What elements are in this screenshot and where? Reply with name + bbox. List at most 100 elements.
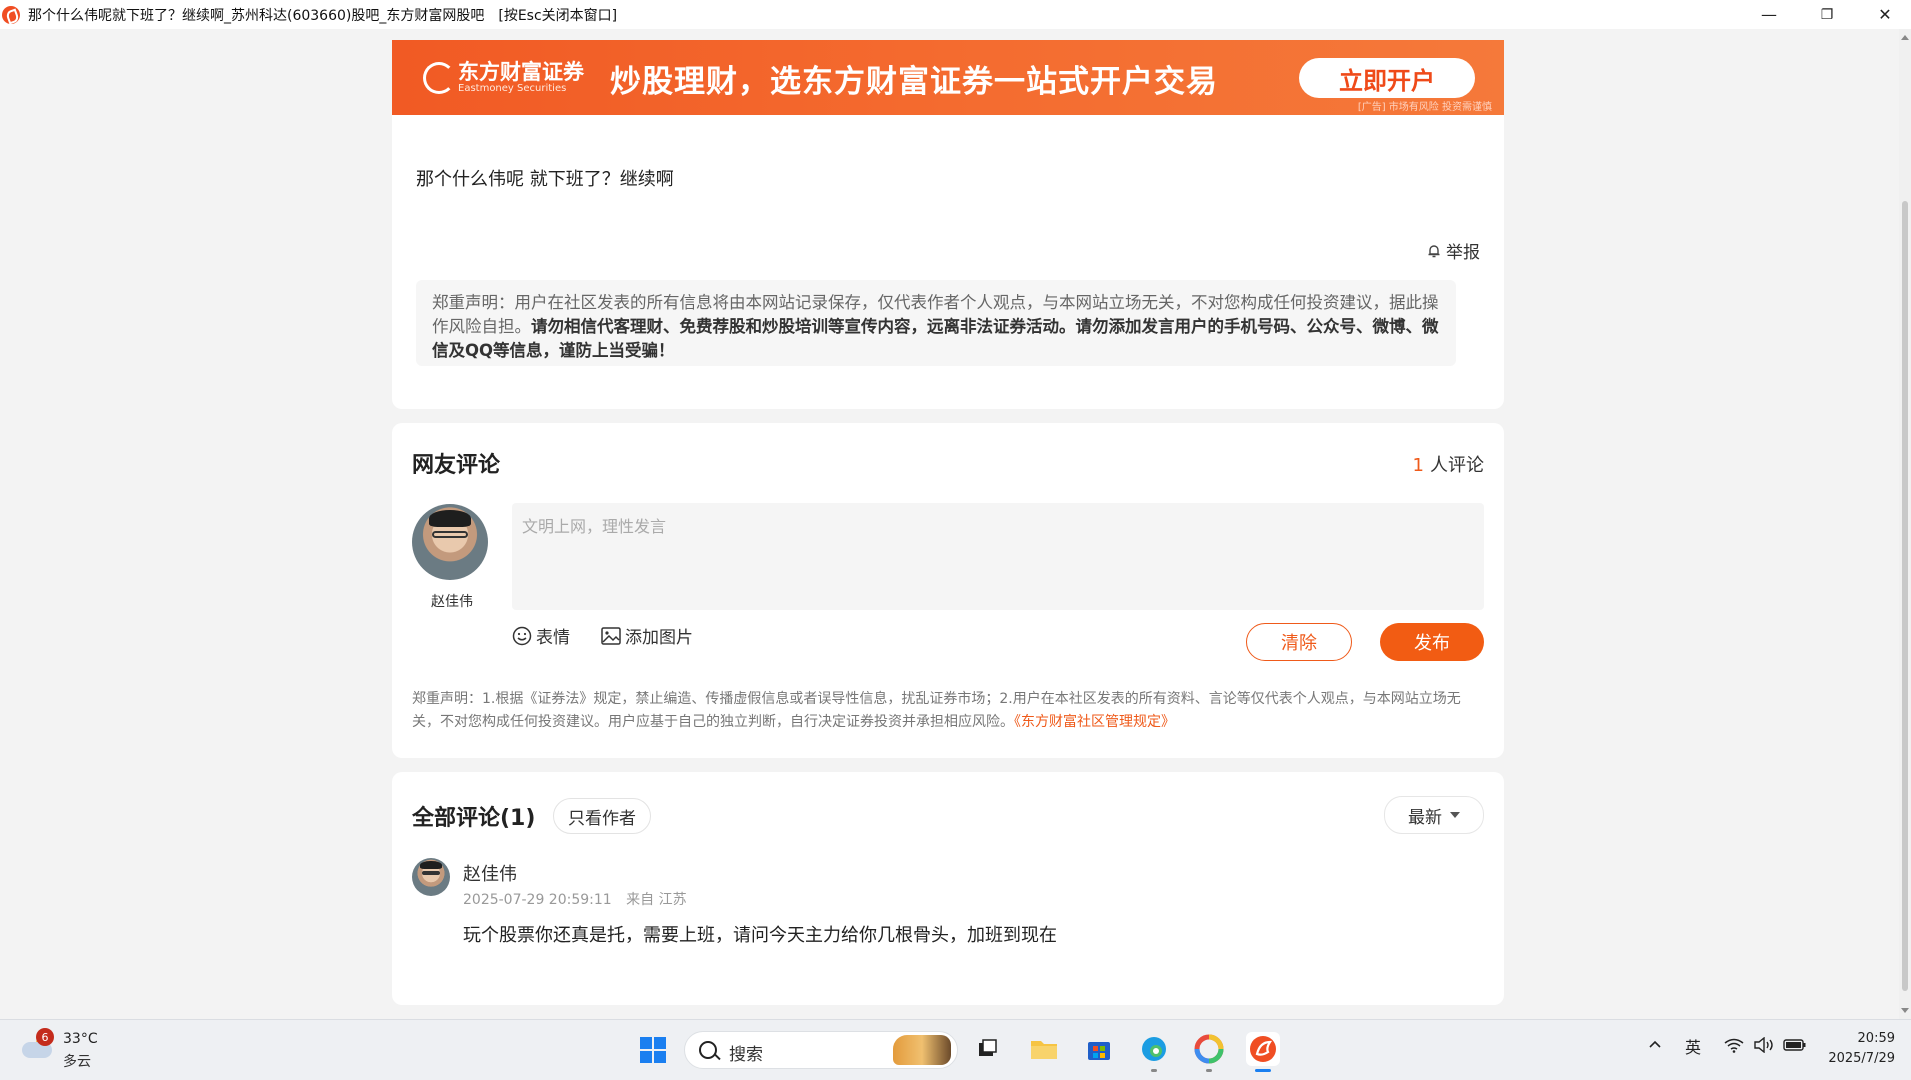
post-disclaimer: 郑重声明：用户在社区发表的所有信息将由本网站记录保存，仅代表作者个人观点，与本网… [416,280,1456,366]
esc-close-hint: [按Esc关闭本窗口] [498,7,618,24]
search-placeholder: 搜索 [729,1045,763,1065]
banner-logo-text: 东方财富证券 [458,59,584,84]
microsoft-store-button[interactable] [1082,1032,1116,1066]
close-button[interactable]: ✕ [1856,0,1911,29]
ad-risk-note: [广告] 市场有风险 投资需谨慎 [1357,102,1492,113]
all-comments-card: 全部评论(1) 只看作者 最新 赵佳伟 2025-07-29 20:59:11 … [392,772,1504,1005]
browser-app-button[interactable] [1192,1032,1226,1072]
caret-down-icon [1450,812,1460,818]
window-title: 那个什么伟呢就下班了？继续啊_苏州科达(603660)股吧_东方财富网股吧 [28,7,485,24]
all-comments-title: 全部评论(1) [412,806,536,831]
close-icon: ✕ [1878,5,1892,24]
comment-time: 2025-07-29 20:59:11 [463,892,612,908]
task-view-button[interactable] [970,1032,1004,1066]
avatar-glasses [421,871,441,876]
window-titlebar: 那个什么伟呢就下班了？继续啊_苏州科达(603660)股吧_东方财富网股吧 [按… [0,0,1911,29]
avatar-hair [420,861,442,870]
minimize-icon: — [1761,5,1777,24]
folder-icon [1031,1041,1057,1059]
windows-logo-pane [654,1037,666,1049]
banner-logo-en: Eastmoney Securities [458,83,567,94]
edge-browser-button[interactable] [1137,1032,1171,1072]
eastmoney-logo-icon [423,62,455,94]
start-button[interactable] [640,1037,666,1063]
eastmoney-app-icon [2,5,20,24]
comment-legal-notice: 郑重声明：1.根据《证券法》规定，禁止编造、传播虚假信息或者误导性信息，扰乱证券… [412,688,1487,734]
commenter-avatar[interactable] [412,858,450,896]
current-user-avatar[interactable] [412,504,488,580]
windows-logo-pane [640,1051,652,1063]
battery-icon [1783,1039,1806,1051]
open-account-button[interactable]: 立即开户 [1299,58,1475,98]
wifi-icon [1724,1038,1744,1053]
legal-text: 郑重声明：1.根据《证券法》规定，禁止编造、传播虚假信息或者误导性信息，扰乱证券… [412,691,1461,730]
bell-icon [1428,244,1440,257]
ad-banner[interactable]: 东方财富证券 Eastmoney Securities 炒股理财，选东方财富证券… [392,40,1504,115]
post-card: 那个什么伟呢 就下班了？继续啊 举报 郑重声明：用户在社区发表的所有信息将由本网… [392,115,1504,409]
scroll-down-icon[interactable] [1901,1008,1909,1013]
speaker-icon [1754,1036,1773,1054]
comment-text: 玩个股票你还真是托，需要上班，请问今天主力给你几根骨头，加班到现在 [463,925,1057,946]
weather-alert-badge: 6 [36,1028,54,1046]
windows-taskbar: 6 33°C 多云 搜索 英 20:59 2025/7/29 [0,1019,1911,1080]
commenter-name[interactable]: 赵佳伟 [463,860,517,886]
file-explorer-button[interactable] [1027,1032,1061,1066]
system-clock[interactable]: 20:59 2025/7/29 [1828,1029,1895,1069]
running-indicator [1206,1069,1212,1072]
tray-overflow-button[interactable] [1648,1037,1662,1056]
eastmoney-app-button[interactable] [1246,1032,1280,1072]
restore-icon: ❐ [1820,6,1834,23]
minimize-button[interactable]: — [1740,0,1798,29]
search-highlight-image [893,1035,951,1065]
avatar-glasses [431,530,469,539]
input-method-indicator[interactable]: 英 [1685,1034,1701,1058]
emoji-button[interactable]: 表情 [512,623,570,648]
avatar-hair [428,510,472,527]
volume-button[interactable] [1753,1036,1775,1057]
scrollbar-thumb[interactable] [1902,201,1908,991]
publish-button[interactable]: 发布 [1380,623,1484,661]
sort-dropdown[interactable]: 最新 [1384,796,1484,834]
search-icon [699,1041,717,1059]
task-view-icon [979,1039,997,1056]
comment-location: 来自 江苏 [626,892,687,908]
comment-count-label: 人评论 [1430,455,1484,476]
windows-logo-pane [654,1051,666,1063]
community-rules-link[interactable]: 《东方财富社区管理规定》 [1014,714,1175,730]
store-icon [1088,1042,1110,1060]
active-indicator [1255,1069,1271,1072]
post-body: 那个什么伟呢 就下班了？继续啊 [416,169,674,190]
sort-label: 最新 [1408,807,1442,828]
banner-slogan: 炒股理财，选东方财富证券一站式开户交易 [610,64,1218,100]
scroll-up-icon[interactable] [1901,35,1909,40]
emoji-label: 表情 [536,628,570,648]
comment-count: 1 人评论 [1413,451,1484,477]
emoji-icon [512,626,532,645]
running-indicator [1151,1069,1157,1072]
comment-count-number: 1 [1412,455,1424,476]
comment-input[interactable] [512,503,1484,610]
weather-temperature[interactable]: 33°C [63,1031,98,1047]
windows-logo-icon [640,1037,652,1049]
report-label: 举报 [1446,243,1480,263]
clear-button[interactable]: 清除 [1246,623,1352,661]
taskbar-search[interactable]: 搜索 [684,1031,958,1069]
author-only-filter[interactable]: 只看作者 [553,798,651,834]
colorful-browser-icon [1194,1034,1224,1064]
chevron-up-icon [1649,1040,1661,1048]
add-image-button[interactable]: 添加图片 [601,623,693,648]
clock-time: 20:59 [1857,1031,1895,1046]
report-button[interactable]: 举报 [1426,238,1480,263]
comment-meta: 2025-07-29 20:59:11 来自 江苏 [463,889,687,909]
image-icon [601,626,621,645]
weather-condition[interactable]: 多云 [63,1051,91,1071]
wifi-button[interactable] [1724,1037,1744,1057]
comment-editor-card: 网友评论 1 人评论 赵佳伟 表情 添加图片 清除 发布 郑重声明：1.根据《证券… [392,423,1504,758]
current-user-name: 赵佳伟 [431,594,473,610]
comments-section-title: 网友评论 [412,453,501,478]
battery-button[interactable] [1783,1037,1807,1057]
edge-icon [1142,1037,1166,1061]
restore-button[interactable]: ❐ [1798,0,1856,29]
add-image-label: 添加图片 [625,628,693,648]
page-scrollbar[interactable] [1899,29,1911,1019]
